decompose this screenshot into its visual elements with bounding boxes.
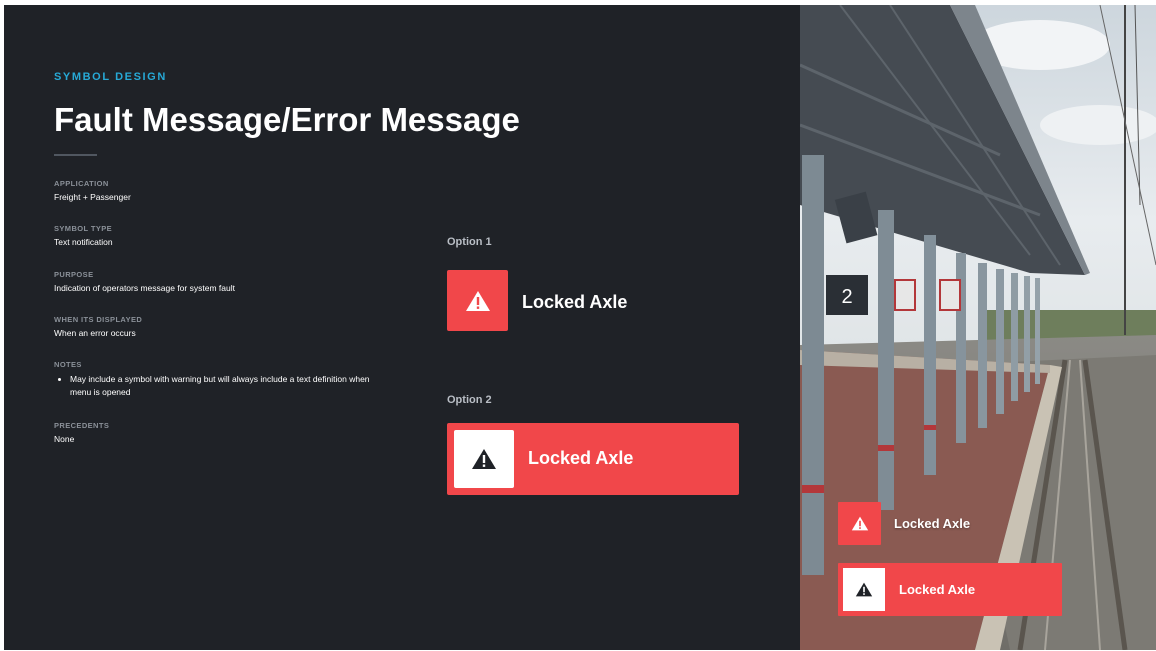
overlay-1-message: Locked Axle xyxy=(894,516,971,531)
spec-notes: NOTES May include a symbol with warning … xyxy=(54,360,384,399)
platform-sign-number: 2 xyxy=(841,286,852,308)
page-title: Fault Message/Error Message xyxy=(54,101,520,138)
spec-value: Indication of operators message for syst… xyxy=(54,283,235,293)
spec-label: SYMBOL TYPE xyxy=(54,224,113,233)
spec-application: APPLICATION Freight + Passenger xyxy=(54,179,384,202)
option-1-label: Option 1 xyxy=(447,236,492,248)
warning-triangle-icon xyxy=(851,516,868,531)
title-divider xyxy=(54,154,97,156)
train-platform-photo: 2 Locked Axle Locked Axle xyxy=(800,5,1156,650)
spec-label: PURPOSE xyxy=(54,270,94,279)
option-2-icon-box xyxy=(454,430,514,488)
spec-value: Text notification xyxy=(54,237,113,247)
option-2-label: Option 2 xyxy=(447,394,492,406)
spec-value: None xyxy=(54,434,75,444)
overlay-2-icon-box xyxy=(843,568,885,611)
spec-label: APPLICATION xyxy=(54,179,109,188)
spec-precedents: PRECEDENTS None xyxy=(54,421,384,444)
spec-label: PRECEDENTS xyxy=(54,421,110,430)
slide: SYMBOL DESIGN Fault Message/Error Messag… xyxy=(4,5,1156,650)
platform-scene-image: 2 xyxy=(800,5,1156,650)
option-1-icon-box xyxy=(447,270,508,331)
option-2-message: Locked Axle xyxy=(528,448,634,468)
overlay-2-message: Locked Axle xyxy=(899,582,976,597)
warning-triangle-icon xyxy=(472,449,496,469)
option-1-message: Locked Axle xyxy=(522,292,628,312)
spec-symbol-type: SYMBOL TYPE Text notification xyxy=(54,224,384,247)
spec-when-displayed: WHEN ITS DISPLAYED When an error occurs xyxy=(54,315,384,338)
spec-value: When an error occurs xyxy=(54,328,136,338)
spec-label: WHEN ITS DISPLAYED xyxy=(54,315,143,324)
section-eyebrow: SYMBOL DESIGN xyxy=(54,71,167,83)
notes-list: May include a symbol with warning but wi… xyxy=(54,373,384,399)
option-2-alert-bar: Locked Axle xyxy=(447,423,739,495)
warning-triangle-icon xyxy=(465,290,490,311)
spec-purpose: PURPOSE Indication of operators message … xyxy=(54,270,384,293)
overlay-2-alert-bar: Locked Axle xyxy=(838,563,1062,616)
list-item: May include a symbol with warning but wi… xyxy=(70,373,384,399)
overlay-1-icon-box xyxy=(838,502,881,545)
spec-label: NOTES xyxy=(54,360,82,369)
spec-value: Freight + Passenger xyxy=(54,192,131,202)
warning-triangle-icon xyxy=(855,582,873,597)
